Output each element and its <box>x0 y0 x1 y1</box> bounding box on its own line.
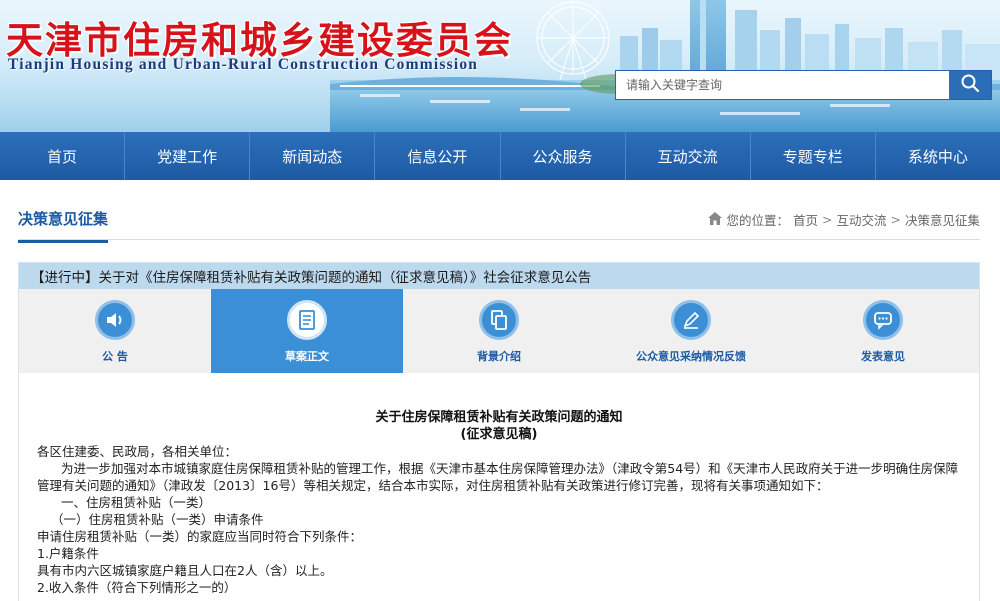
tab-background[interactable]: 背景介绍 <box>403 289 595 373</box>
document-paragraph: 各区住建委、民政局，各相关单位： <box>37 444 238 459</box>
breadcrumb-current[interactable]: 决策意见征集 <box>905 210 980 229</box>
breadcrumb-separator: > <box>890 212 901 227</box>
tab-label: 公众意见采纳情况反馈 <box>636 350 746 363</box>
tab-comment[interactable]: 发表意见 <box>787 289 979 373</box>
consultation-panel: 【进行中】关于对《住房保障租赁补贴有关政策问题的通知（征求意见稿）》社会征求意见… <box>18 262 980 601</box>
main-nav: 首页 党建工作 新闻动态 信息公开 公众服务 互动交流 专题专栏 系统中心 <box>0 132 1000 180</box>
document-paragraph: 2.收入条件（符合下列情形之一的） <box>37 580 237 595</box>
nav-item-info-disclosure[interactable]: 信息公开 <box>375 132 501 180</box>
search-icon <box>960 73 980 97</box>
nav-item-news[interactable]: 新闻动态 <box>250 132 376 180</box>
consultation-tabs: 公 告 草案正文 背景介绍 公众意见采纳情况反馈 发表意见 <box>19 289 979 373</box>
nav-item-interaction[interactable]: 互动交流 <box>626 132 751 180</box>
tab-draft-text[interactable]: 草案正文 <box>211 289 403 373</box>
document-paragraph: （一）住房租赁补贴（一类）申请条件 <box>51 512 264 527</box>
tab-label: 公 告 <box>102 350 128 363</box>
document-paragraph: 为进一步加强对本市城镇家庭住房保障租赁补贴的管理工作，根据《天津市基本住房保障管… <box>37 461 959 493</box>
breadcrumb-link-home[interactable]: 首页 <box>793 210 818 229</box>
nav-item-special-topics[interactable]: 专题专栏 <box>751 132 876 180</box>
document-paragraph: 一、住房租赁补贴（一类） <box>61 495 212 510</box>
search-input[interactable] <box>616 71 949 99</box>
breadcrumb-link-interaction[interactable]: 互动交流 <box>836 210 886 229</box>
document-body: 关于住房保障租赁补贴有关政策问题的通知 (征求意见稿) 各区住建委、民政局，各相… <box>19 409 979 596</box>
document-title: 关于住房保障租赁补贴有关政策问题的通知 <box>375 410 623 425</box>
document-icon <box>287 300 327 340</box>
edit-icon <box>671 300 711 340</box>
document-paragraph: 1.户籍条件 <box>37 546 99 561</box>
breadcrumb-prefix: 您的位置： <box>726 213 789 228</box>
tab-label: 发表意见 <box>861 350 905 363</box>
speaker-icon <box>95 300 135 340</box>
comment-icon <box>863 300 903 340</box>
consultation-heading: 【进行中】关于对《住房保障租赁补贴有关政策问题的通知（征求意见稿）》社会征求意见… <box>19 263 979 289</box>
search-box <box>615 70 992 100</box>
nav-item-public-service[interactable]: 公众服务 <box>501 132 626 180</box>
nav-item-system-center[interactable]: 系统中心 <box>876 132 1000 180</box>
nav-item-home[interactable]: 首页 <box>0 132 126 180</box>
site-subtitle: Tianjin Housing and Urban-Rural Construc… <box>8 56 479 73</box>
breadcrumb: 您的位置： 首页 > 互动交流 > 决策意见征集 <box>708 210 980 229</box>
document-paragraph: 申请住房租赁补贴（一类）的家庭应当同时符合下列条件： <box>37 529 363 544</box>
breadcrumb-separator: > <box>822 212 833 227</box>
header-banner: 天津市住房和城乡建设委员会 Tianjin Housing and Urban-… <box>0 0 1000 132</box>
nav-item-party-building[interactable]: 党建工作 <box>125 132 251 180</box>
search-button[interactable] <box>949 71 991 99</box>
tab-label: 草案正文 <box>285 350 329 363</box>
document-subtitle: (征求意见稿) <box>460 427 538 442</box>
document-paragraph: 具有市内六区城镇家庭户籍且人口在2人（含）以上。 <box>37 563 333 578</box>
tab-feedback[interactable]: 公众意见采纳情况反馈 <box>595 289 787 373</box>
copy-icon <box>479 300 519 340</box>
tab-announcement[interactable]: 公 告 <box>19 289 211 373</box>
section-header: 决策意见征集 您的位置： 首页 > 互动交流 > 决策意见征集 <box>18 198 980 243</box>
section-title: 决策意见征集 <box>18 208 109 243</box>
home-icon <box>708 211 723 228</box>
tab-label: 背景介绍 <box>477 350 521 363</box>
